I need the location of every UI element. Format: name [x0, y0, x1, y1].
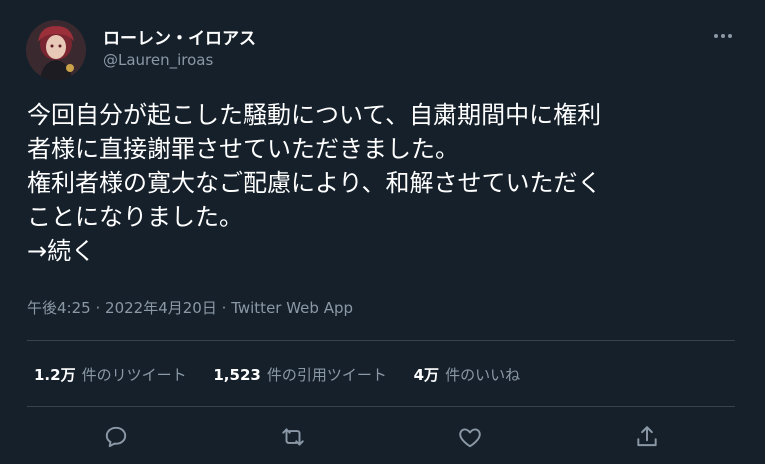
tweet-text-line: 者様に直接謝罪させていただきました。: [27, 135, 459, 163]
retweets-stat[interactable]: 1.2万 件のリツイート: [34, 364, 187, 385]
tweet-text-line: ことになりました。: [27, 203, 243, 231]
likes-count: 4万: [413, 366, 440, 384]
divider: [27, 406, 735, 407]
tweet-date[interactable]: 2022年4月20日: [105, 299, 217, 317]
share-icon[interactable]: [634, 424, 660, 450]
retweets-count: 1.2万: [34, 366, 76, 384]
meta-separator: ·: [95, 299, 101, 317]
author-display-name[interactable]: ローレン・イロアス: [103, 24, 256, 49]
more-icon[interactable]: [711, 27, 735, 45]
quotes-count: 1,523: [213, 366, 261, 384]
tweet-text-line: →続く: [27, 237, 96, 265]
likes-label: 件のいいね: [445, 366, 521, 384]
tweet-text-line: 権利者様の寛大なご配慮により、和解させていただく: [27, 169, 602, 197]
retweet-icon[interactable]: [280, 424, 306, 450]
tweet-meta: 午後4:25 · 2022年4月20日 · Twitter Web App: [27, 297, 353, 318]
meta-separator: ·: [221, 299, 227, 317]
divider: [27, 340, 735, 341]
retweets-label: 件のリツイート: [81, 366, 187, 384]
author-handle[interactable]: @Lauren_iroas: [103, 51, 213, 69]
tweet-client-link[interactable]: Twitter Web App: [231, 299, 353, 317]
tweet-stats: 1.2万 件のリツイート 1,523 件の引用ツイート 4万 件のいいね: [34, 364, 542, 385]
tweet-text-line: 今回自分が起こした騒動について、自粛期間中に権利: [27, 101, 602, 129]
quotes-label: 件の引用ツイート: [266, 366, 387, 384]
quotes-stat[interactable]: 1,523 件の引用ツイート: [213, 364, 386, 385]
like-icon[interactable]: [457, 424, 483, 450]
reply-icon[interactable]: [103, 424, 129, 450]
likes-stat[interactable]: 4万 件のいいね: [414, 364, 520, 385]
avatar-image: [26, 20, 86, 80]
tweet-detail: ローレン・イロアス @Lauren_iroas 今回自分が起こした騒動について、…: [0, 0, 765, 464]
tweet-time[interactable]: 午後4:25: [27, 299, 91, 317]
tweet-text: 今回自分が起こした騒動について、自粛期間中に権利 者様に直接謝罪させていただきま…: [27, 98, 747, 268]
author-avatar[interactable]: [26, 20, 86, 80]
